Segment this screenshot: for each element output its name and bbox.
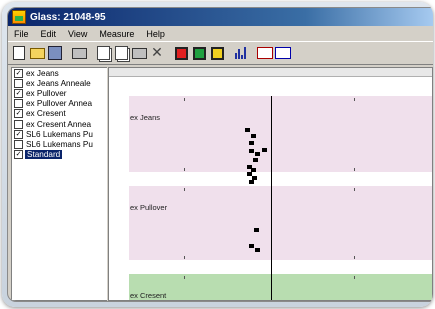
sample-list-item[interactable]: ✓ ex Pullover bbox=[12, 88, 107, 98]
axis-tick bbox=[354, 98, 355, 101]
axis-tick bbox=[184, 98, 185, 101]
open-folder-icon bbox=[29, 47, 45, 59]
axis-tick bbox=[354, 276, 355, 279]
band-label: ex Cresent bbox=[130, 291, 167, 300]
open-button[interactable] bbox=[29, 45, 45, 61]
plot-band bbox=[129, 186, 432, 260]
sample-checkbox[interactable] bbox=[14, 139, 23, 149]
data-point bbox=[249, 141, 254, 145]
data-point bbox=[253, 158, 258, 162]
axis-tick bbox=[354, 168, 355, 171]
title-bar[interactable]: Glass: 21048-95 bbox=[8, 8, 433, 26]
sample-checkbox[interactable] bbox=[14, 119, 23, 129]
menu-view[interactable]: View bbox=[62, 29, 93, 39]
sample-label: ex Pullover bbox=[26, 88, 67, 98]
copy-button[interactable] bbox=[95, 45, 111, 61]
menu-measure[interactable]: Measure bbox=[93, 29, 140, 39]
print-button[interactable] bbox=[71, 45, 87, 61]
data-point bbox=[255, 248, 260, 252]
delete-button[interactable]: ✕ bbox=[149, 45, 165, 61]
print-icon bbox=[71, 47, 87, 59]
compare-button[interactable] bbox=[257, 45, 273, 61]
new-file-button[interactable] bbox=[11, 45, 27, 61]
window-title: Glass: 21048-95 bbox=[30, 11, 106, 23]
menu-bar: File Edit View Measure Help bbox=[8, 26, 433, 41]
sample-label: ex Jeans Anneale bbox=[26, 78, 91, 88]
properties-icon bbox=[131, 47, 147, 59]
sample-checkbox[interactable] bbox=[14, 99, 23, 109]
data-point bbox=[249, 180, 254, 184]
sample-checkbox[interactable]: ✓ bbox=[14, 88, 23, 98]
data-point bbox=[254, 228, 259, 232]
chart-button[interactable] bbox=[233, 45, 249, 61]
window-frame: Glass: 21048-95 File Edit View Measure H… bbox=[2, 2, 433, 307]
zoom-yellow-button[interactable] bbox=[209, 45, 225, 61]
bar-chart-icon bbox=[234, 47, 248, 59]
plot-header bbox=[109, 68, 432, 77]
sample-label: SL6 Lukemans Pu bbox=[26, 139, 93, 149]
plot-band bbox=[129, 274, 432, 300]
compare-alt-icon bbox=[275, 47, 291, 59]
sample-list-item[interactable]: ex Cresent Annea bbox=[12, 119, 107, 129]
sample-checkbox[interactable] bbox=[14, 78, 23, 88]
sample-list-item[interactable]: SL6 Lukemans Pu bbox=[12, 139, 107, 149]
axis-tick bbox=[184, 256, 185, 259]
sample-label: ex Pullover Annea bbox=[26, 99, 92, 109]
delete-icon: ✕ bbox=[151, 45, 163, 61]
axis-tick bbox=[354, 256, 355, 259]
paste-button[interactable] bbox=[113, 45, 129, 61]
sample-checkbox[interactable]: ✓ bbox=[14, 68, 23, 78]
zoom-yellow-icon bbox=[210, 46, 224, 60]
band-label: ex Jeans bbox=[130, 113, 161, 122]
paste-icon bbox=[114, 46, 128, 60]
sample-list-item[interactable]: ✓ SL6 Lukemans Pu bbox=[12, 129, 107, 139]
data-point bbox=[245, 128, 250, 132]
data-point bbox=[249, 149, 254, 153]
zoom-green-icon bbox=[192, 46, 206, 60]
new-file-icon bbox=[13, 46, 25, 60]
sample-list-item[interactable]: ex Pullover Annea bbox=[12, 99, 107, 109]
sample-list-item[interactable]: ex Jeans Anneale bbox=[12, 78, 107, 88]
sample-label: ex Cresent Annea bbox=[26, 119, 92, 129]
sample-checkbox[interactable]: ✓ bbox=[14, 109, 23, 119]
zoom-red-button[interactable] bbox=[173, 45, 189, 61]
menu-edit[interactable]: Edit bbox=[35, 29, 63, 39]
compare-alt-button[interactable] bbox=[275, 45, 291, 61]
sample-label: Standard bbox=[25, 150, 63, 160]
sample-list: ✓ ex Jeans ex Jeans Anneale ✓ ex Pullover ex … bbox=[11, 67, 107, 301]
sample-label: ex Jeans bbox=[26, 68, 59, 78]
properties-button[interactable] bbox=[131, 45, 147, 61]
sample-list-item[interactable]: ✓ ex Cresent bbox=[12, 109, 107, 119]
save-icon bbox=[48, 46, 62, 60]
axis-tick bbox=[354, 188, 355, 191]
zoom-red-icon bbox=[174, 46, 188, 60]
sample-checkbox[interactable]: ✓ bbox=[14, 150, 23, 160]
sample-list-item[interactable]: ✓ ex Jeans bbox=[12, 68, 107, 78]
axis-tick bbox=[184, 276, 185, 279]
app-window: Glass: 21048-95 File Edit View Measure H… bbox=[7, 7, 433, 302]
data-point bbox=[251, 134, 256, 138]
compare-icon bbox=[257, 47, 273, 59]
menu-help[interactable]: Help bbox=[140, 29, 171, 39]
sample-label: SL6 Lukemans Pu bbox=[26, 129, 93, 139]
sample-checkbox[interactable]: ✓ bbox=[14, 129, 23, 139]
axis-tick bbox=[184, 188, 185, 191]
toolbar: ✕ bbox=[8, 41, 433, 65]
band-label: ex Pullover bbox=[130, 203, 168, 212]
sample-list-item[interactable]: ✓ Standard bbox=[12, 150, 107, 160]
data-point bbox=[255, 152, 260, 156]
data-point bbox=[262, 148, 267, 152]
reference-line[interactable] bbox=[271, 96, 272, 300]
axis-tick bbox=[184, 168, 185, 171]
plot-area[interactable]: ex Jeans ex Pullover ex Cresent bbox=[108, 67, 433, 301]
sample-label: ex Cresent bbox=[26, 109, 66, 119]
save-button[interactable] bbox=[47, 45, 63, 61]
menu-file[interactable]: File bbox=[8, 29, 35, 39]
zoom-green-button[interactable] bbox=[191, 45, 207, 61]
app-icon bbox=[12, 10, 26, 24]
plot-band bbox=[129, 96, 432, 172]
copy-icon bbox=[96, 46, 110, 60]
data-point bbox=[249, 244, 254, 248]
